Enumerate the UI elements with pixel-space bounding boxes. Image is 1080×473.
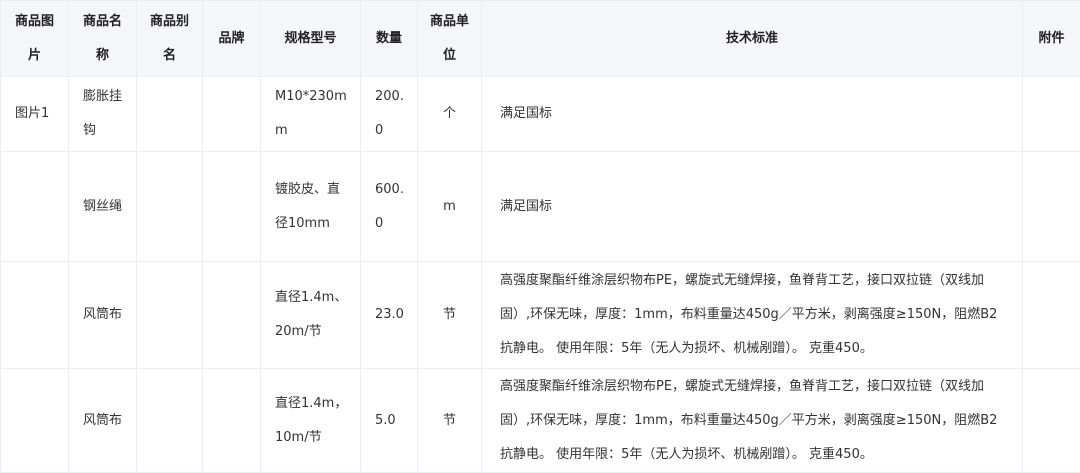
cell-brand [203, 152, 261, 262]
cell-attachment [1023, 77, 1080, 152]
cell-qty: 200.0 [361, 77, 418, 152]
cell-image [1, 262, 69, 369]
cell-attachment [1023, 152, 1080, 262]
cell-spec: 直径1.4m、20m/节 [261, 262, 361, 369]
cell-qty: 600.0 [361, 152, 418, 262]
cell-name: 风筒布 [69, 369, 137, 473]
cell-brand [203, 262, 261, 369]
cell-unit: m [418, 152, 482, 262]
header-unit: 商品单位 [418, 1, 482, 77]
header-standard: 技术标准 [482, 1, 1023, 77]
table-row: 风筒布 直径1.4m，10m/节 5.0 节 高强度聚酯纤维涂层织物布PE，螺旋… [1, 369, 1080, 473]
cell-standard: 高强度聚酯纤维涂层织物布PE，螺旋式无缝焊接，鱼脊背工艺，接口双拉链（双线加固）… [482, 262, 1023, 369]
cell-alias [137, 369, 203, 473]
header-alias: 商品别名 [137, 1, 203, 77]
table-row: 图片1 膨胀挂钩 M10*230mm 200.0 个 满足国标 [1, 77, 1080, 152]
header-spec: 规格型号 [261, 1, 361, 77]
table-header-row: 商品图片 商品名称 商品别名 品牌 规格型号 数量 商品单位 技术标准 附件 [1, 1, 1080, 77]
cell-standard: 满足国标 [482, 77, 1023, 152]
table-row: 风筒布 直径1.4m、20m/节 23.0 节 高强度聚酯纤维涂层织物布PE，螺… [1, 262, 1080, 369]
cell-brand [203, 77, 261, 152]
cell-image [1, 369, 69, 473]
cell-alias [137, 152, 203, 262]
cell-attachment [1023, 369, 1080, 473]
cell-alias [137, 262, 203, 369]
cell-qty: 23.0 [361, 262, 418, 369]
cell-qty: 5.0 [361, 369, 418, 473]
cell-attachment [1023, 262, 1080, 369]
header-attachment: 附件 [1023, 1, 1080, 77]
cell-image [1, 152, 69, 262]
cell-standard: 满足国标 [482, 152, 1023, 262]
header-image: 商品图片 [1, 1, 69, 77]
cell-unit: 节 [418, 262, 482, 369]
table-row: 钢丝绳 镀胶皮、直径10mm 600.0 m 满足国标 [1, 152, 1080, 262]
cell-brand [203, 369, 261, 473]
product-table: 商品图片 商品名称 商品别名 品牌 规格型号 数量 商品单位 技术标准 附件 图… [0, 0, 1080, 473]
cell-name: 风筒布 [69, 262, 137, 369]
cell-name: 膨胀挂钩 [69, 77, 137, 152]
header-qty: 数量 [361, 1, 418, 77]
cell-image: 图片1 [1, 77, 69, 152]
cell-unit: 节 [418, 369, 482, 473]
header-name: 商品名称 [69, 1, 137, 77]
cell-unit: 个 [418, 77, 482, 152]
header-brand: 品牌 [203, 1, 261, 77]
cell-spec: 镀胶皮、直径10mm [261, 152, 361, 262]
cell-alias [137, 77, 203, 152]
cell-spec: 直径1.4m，10m/节 [261, 369, 361, 473]
cell-name: 钢丝绳 [69, 152, 137, 262]
cell-standard: 高强度聚酯纤维涂层织物布PE，螺旋式无缝焊接，鱼脊背工艺，接口双拉链（双线加固）… [482, 369, 1023, 473]
cell-spec: M10*230mm [261, 77, 361, 152]
